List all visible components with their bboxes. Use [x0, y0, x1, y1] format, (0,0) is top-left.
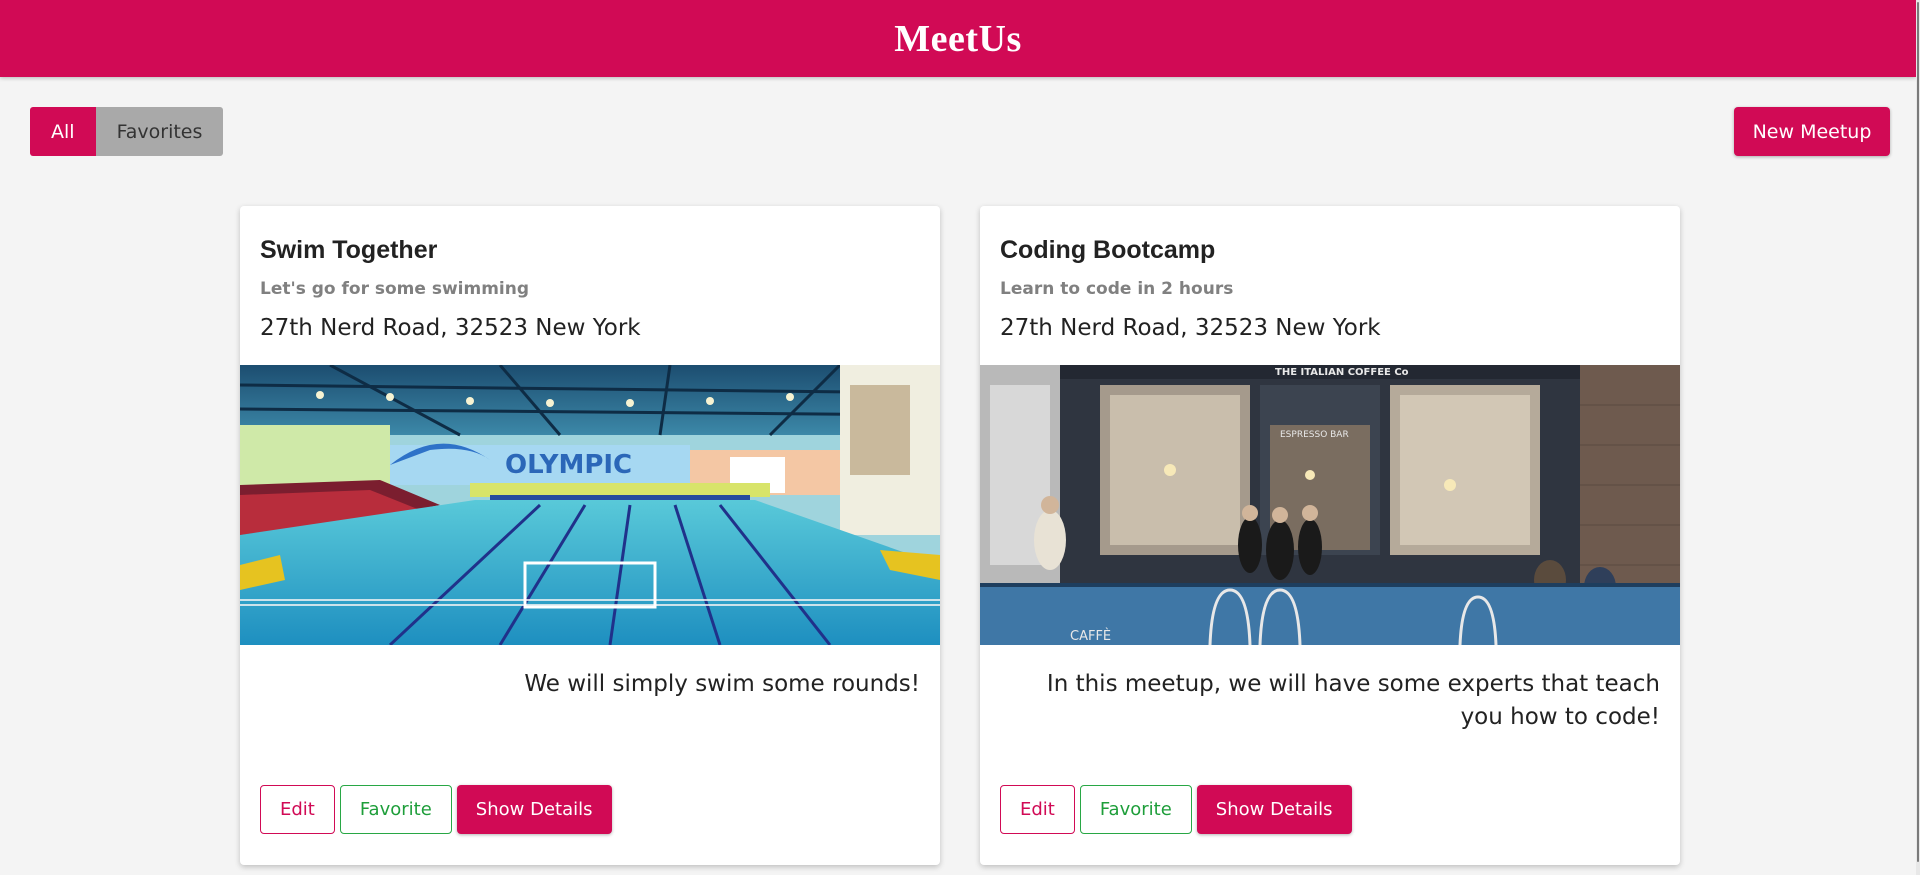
favorite-button[interactable]: Favorite	[1079, 785, 1192, 834]
meetup-title: Coding Bootcamp	[1000, 236, 1216, 264]
meetup-description: In this meetup, we will have some expert…	[1046, 671, 1660, 730]
app-header: MeetUs	[0, 0, 1916, 77]
filter-toggle: All Favorites	[30, 107, 224, 156]
meetup-card: Coding Bootcamp Learn to code in 2 hours…	[980, 206, 1680, 865]
meetup-image: OLYMPIC	[240, 365, 940, 645]
meetup-address: 27th Nerd Road, 32523 New York	[1000, 315, 1381, 341]
card-actions: Edit Favorite Show Details	[1000, 785, 1352, 834]
meetup-title: Swim Together	[260, 236, 438, 264]
scrollbar-thumb[interactable]	[1917, 2, 1919, 862]
meetup-subtitle: Learn to code in 2 hours	[1000, 279, 1234, 299]
svg-text:THE ITALIAN COFFEE Co: THE ITALIAN COFFEE Co	[1275, 367, 1409, 378]
swimming-pool-image: OLYMPIC	[240, 365, 940, 645]
coffee-shop-image: THE ITALIAN COFFEE Co ESPRESSO BAR CAFFÈ	[980, 365, 1680, 645]
meetup-description: We will simply swim some rounds!	[524, 671, 920, 697]
card-actions: Edit Favorite Show Details	[260, 785, 612, 834]
svg-text:CAFFÈ: CAFFÈ	[1070, 628, 1111, 644]
meetup-card: Swim Together Let's go for some swimming…	[240, 206, 940, 865]
meetup-subtitle: Let's go for some swimming	[260, 279, 530, 299]
svg-text:ESPRESSO BAR: ESPRESSO BAR	[1280, 430, 1349, 440]
meetup-address: 27th Nerd Road, 32523 New York	[260, 315, 641, 341]
edit-button[interactable]: Edit	[260, 785, 335, 834]
filter-all-button[interactable]: All	[30, 107, 96, 156]
edit-button[interactable]: Edit	[1000, 785, 1075, 834]
meetup-image: THE ITALIAN COFFEE Co ESPRESSO BAR CAFFÈ	[980, 365, 1680, 645]
new-meetup-button[interactable]: New Meetup	[1734, 107, 1890, 156]
show-details-button[interactable]: Show Details	[1196, 785, 1352, 834]
app-title: MeetUs	[894, 17, 1022, 60]
favorite-button[interactable]: Favorite	[339, 785, 452, 834]
page-scrollbar[interactable]	[1916, 0, 1920, 875]
show-details-button[interactable]: Show Details	[456, 785, 612, 834]
filter-favorites-button[interactable]: Favorites	[95, 107, 224, 156]
svg-text:OLYMPIC: OLYMPIC	[505, 450, 632, 480]
